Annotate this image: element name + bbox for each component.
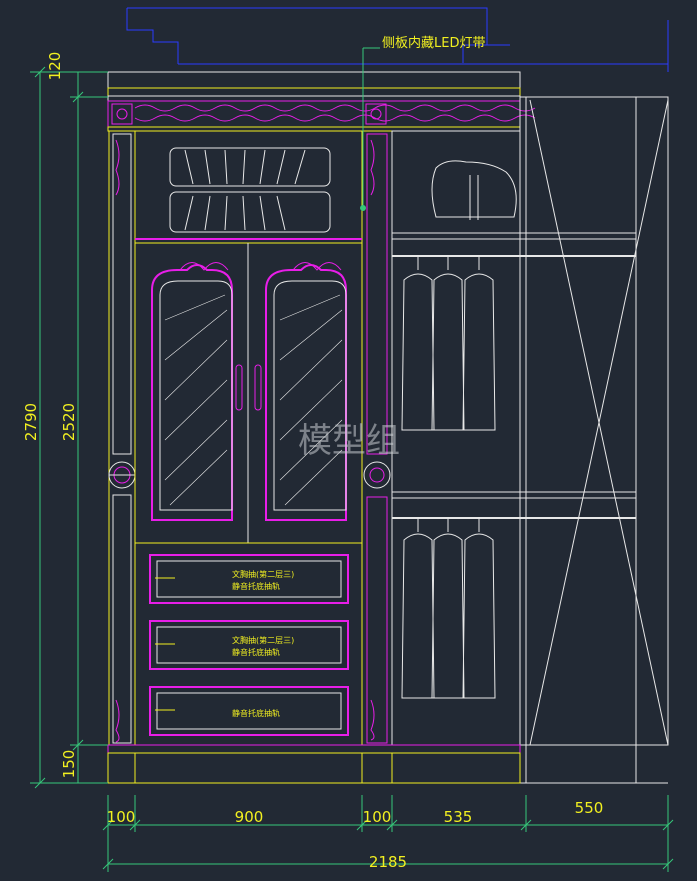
crown-moulding — [107, 71, 536, 132]
watermark-text: 模型组 — [298, 421, 400, 461]
dim-height-body: 2520 — [60, 403, 78, 441]
dim-width-hanging: 535 — [444, 808, 473, 826]
drawer1-label-line1: 文胸抽(第二层三) — [232, 569, 294, 579]
glass-doors — [134, 242, 363, 544]
cad-drawing-canvas: 文胸抽(第二层三) 静音托底抽轨 文胸抽(第二层三) 静音托底抽轨 静音托底抽轨 — [0, 0, 697, 881]
led-strip-annotation: 侧板内藏LED灯带 — [382, 35, 485, 51]
drawer2-label-line1: 文胸抽(第二层三) — [232, 635, 294, 645]
drawer2-label-line2: 静音托底抽轨 — [232, 647, 280, 657]
dim-width-left-panel: 100 — [107, 808, 136, 826]
left-pilaster — [108, 130, 136, 746]
side-panel — [519, 96, 669, 784]
dim-width-mid-panel: 100 — [363, 808, 392, 826]
top-shelf-left — [134, 130, 363, 240]
dim-width-door-section: 900 — [235, 808, 264, 826]
dim-height-total: 2790 — [22, 403, 40, 441]
drawer1-label-line2: 静音托底抽轨 — [232, 581, 280, 591]
hanging-compartment — [391, 130, 636, 746]
wardrobe-elevation-drawing: 文胸抽(第二层三) 静音托底抽轨 文胸抽(第二层三) 静音托底抽轨 静音托底抽轨 — [22, 7, 674, 872]
dim-height-top: 120 — [46, 52, 64, 81]
base-plinth — [107, 744, 521, 784]
dim-width-total: 2185 — [369, 853, 407, 871]
drawer3-label-line1: 静音托底抽轨 — [232, 708, 280, 718]
hanging-clothes — [401, 256, 496, 699]
dim-height-base: 150 — [60, 750, 78, 779]
dim-width-side: 550 — [575, 799, 604, 817]
